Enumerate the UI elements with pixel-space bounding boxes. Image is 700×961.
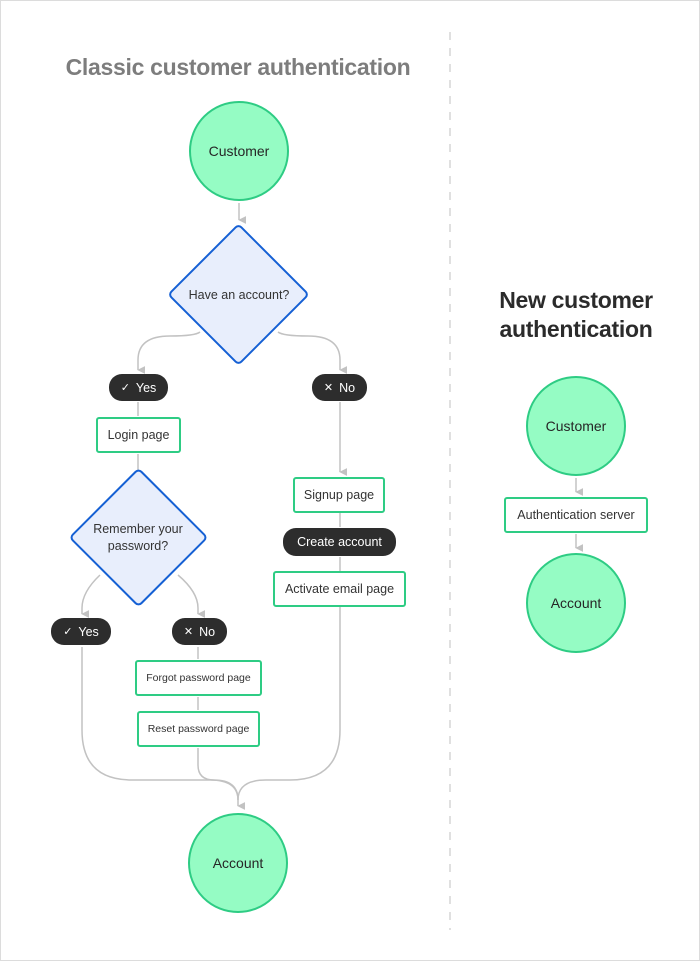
new-customer-label: Customer bbox=[545, 418, 607, 434]
activate-email-node: Activate email page bbox=[273, 571, 406, 607]
new-account-node: Account bbox=[526, 553, 626, 653]
cross-icon: ✕ bbox=[323, 382, 334, 394]
create-account-label: Create account bbox=[297, 535, 382, 549]
edge-pw-decision-to-yes bbox=[81, 574, 101, 618]
new-account-label: Account bbox=[550, 595, 602, 611]
reset-password-label: Reset password page bbox=[147, 723, 250, 735]
no-badge: ✕ No bbox=[312, 374, 367, 401]
edge-decision-to-yes bbox=[137, 331, 201, 374]
classic-account-node: Account bbox=[188, 813, 288, 913]
edge-reset-to-account bbox=[197, 748, 239, 801]
yes-badge: ✓ Yes bbox=[109, 374, 168, 401]
signup-page-node: Signup page bbox=[293, 477, 385, 513]
check-icon: ✓ bbox=[120, 382, 130, 394]
edge-activate-to-account bbox=[237, 607, 341, 801]
pw-yes-label: Yes bbox=[78, 624, 99, 639]
classic-title: Classic customer authentication bbox=[65, 54, 411, 80]
pw-yes-badge: ✓ Yes bbox=[51, 618, 111, 645]
activate-email-label: Activate email page bbox=[284, 582, 395, 596]
edge-pw-decision-to-no bbox=[177, 574, 206, 618]
forgot-password-node: Forgot password page bbox=[135, 660, 262, 696]
pw-no-label: No bbox=[199, 624, 216, 639]
remember-password-label: Remember your password? bbox=[78, 520, 198, 556]
create-account-badge: Create account bbox=[283, 528, 396, 556]
login-page-node: Login page bbox=[96, 417, 181, 453]
have-account-label: Have an account? bbox=[188, 287, 290, 302]
forgot-password-label: Forgot password page bbox=[146, 672, 251, 684]
no-label: No bbox=[339, 380, 356, 395]
signup-page-label: Signup page bbox=[303, 488, 375, 502]
cross-icon: ✕ bbox=[183, 626, 194, 638]
classic-account-label: Account bbox=[212, 855, 264, 871]
edge-decision-to-no bbox=[277, 331, 348, 374]
check-icon: ✓ bbox=[63, 626, 73, 638]
classic-customer-label: Customer bbox=[208, 143, 270, 159]
remember-password-line1: Remember your bbox=[93, 522, 183, 536]
new-customer-node: Customer bbox=[526, 376, 626, 476]
reset-password-node: Reset password page bbox=[137, 711, 260, 747]
yes-label: Yes bbox=[135, 380, 157, 395]
auth-server-label: Authentication server bbox=[517, 508, 635, 522]
pw-no-badge: ✕ No bbox=[172, 618, 227, 645]
classic-customer-node: Customer bbox=[189, 101, 289, 201]
login-page-label: Login page bbox=[107, 428, 170, 442]
new-title: New customer authentication bbox=[499, 287, 653, 342]
remember-password-line2: password? bbox=[107, 539, 169, 553]
auth-server-node: Authentication server bbox=[504, 497, 648, 533]
